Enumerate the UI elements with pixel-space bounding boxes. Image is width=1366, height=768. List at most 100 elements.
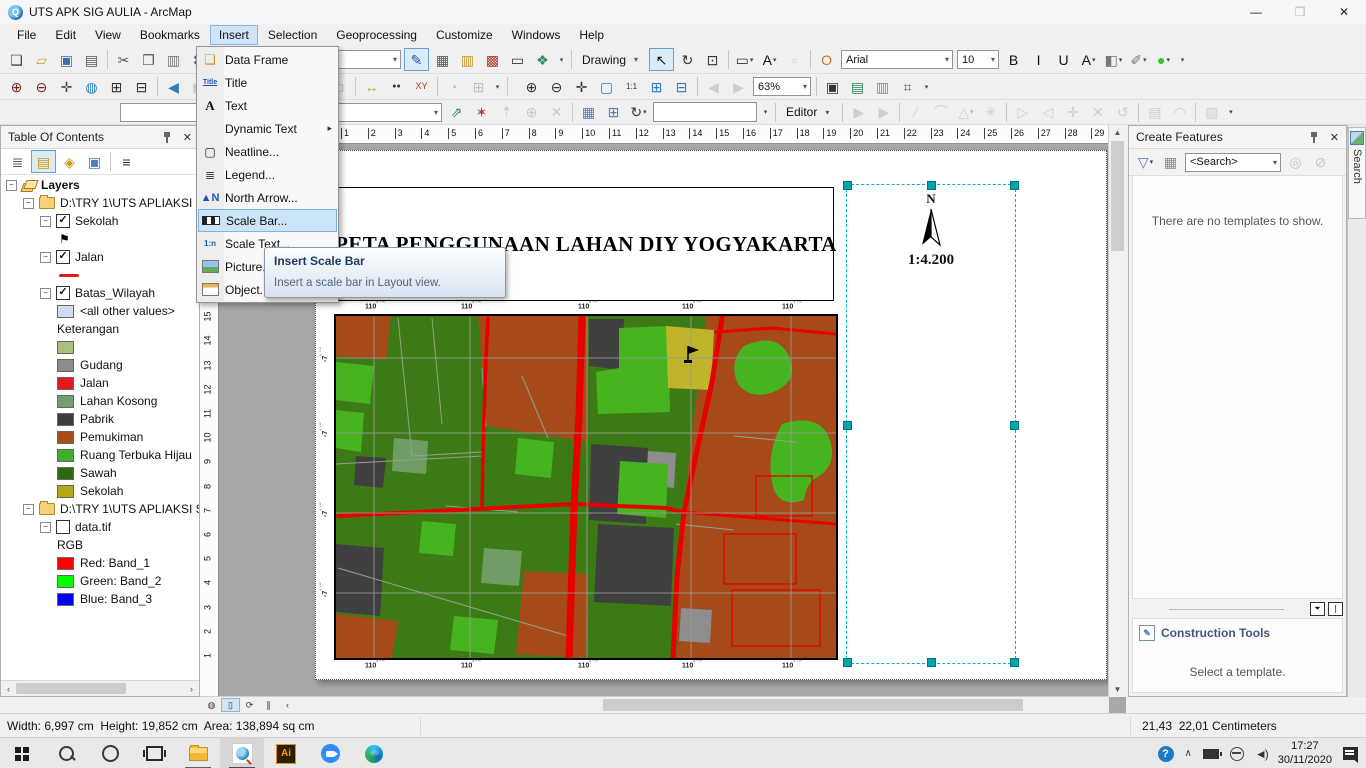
reshape-feature-icon[interactable]: ▷ <box>1011 102 1034 123</box>
scroll-thumb[interactable] <box>603 699 1023 711</box>
layout-zoom-out-icon[interactable]: ⊖ <box>545 76 568 97</box>
font-size-combo[interactable]: 10 ▾ <box>957 50 1000 69</box>
expander-icon[interactable]: − <box>23 503 34 515</box>
start-button[interactable] <box>0 738 44 768</box>
new-text-icon[interactable]: A ▾ <box>758 49 781 70</box>
minimize-button[interactable]: — <box>1234 0 1278 24</box>
italic-icon[interactable]: I <box>1027 49 1050 70</box>
toc-item-symbol[interactable]: ⚑ <box>1 230 199 248</box>
layout-pan-icon[interactable]: ✛ <box>570 76 593 97</box>
paste-icon[interactable]: ▥ <box>162 49 185 70</box>
split-tool-icon[interactable]: ✛ <box>1061 102 1084 123</box>
pan-icon[interactable]: ✛ <box>55 76 78 97</box>
menu-windows[interactable]: Windows <box>503 25 570 45</box>
text-symbol-icon[interactable]: O <box>815 49 838 70</box>
scroll-thumb[interactable] <box>16 683 126 694</box>
menu-selection[interactable]: Selection <box>259 25 326 45</box>
standard-overflow[interactable]: ▾ <box>555 56 568 64</box>
layout-fixed-zoom-out-icon[interactable]: ⊟ <box>670 76 693 97</box>
battery-icon[interactable] <box>1202 748 1222 759</box>
toc-item-lahan-kosong[interactable]: Lahan Kosong <box>1 392 199 410</box>
cut-polygons-icon[interactable]: ◁ <box>1036 102 1059 123</box>
edit-overflow[interactable]: ▾ <box>759 108 772 116</box>
scroll-down-icon[interactable]: ▼ <box>1109 685 1126 694</box>
zoom-100-percent-icon[interactable]: 1:1 <box>620 76 643 97</box>
maximize-button[interactable]: ❐ <box>1278 0 1322 24</box>
measure-icon[interactable]: ↔ <box>360 76 383 97</box>
tray-expand-icon[interactable]: ∧ <box>1185 748 1192 759</box>
toc-item-ruang-terbuka-hijau[interactable]: Ruang Terbuka Hijau <box>1 446 199 464</box>
focus-data-frame-icon[interactable]: ▣ <box>821 76 844 97</box>
selection-handle[interactable] <box>927 658 936 667</box>
toc-item-jalan[interactable]: Jalan <box>1 374 199 392</box>
fixed-zoom-out-icon[interactable]: ⊟ <box>130 76 153 97</box>
menu-view[interactable]: View <box>86 25 130 45</box>
layout-horizontal-scrollbar[interactable] <box>303 698 1109 712</box>
collapse-icon[interactable]: ⏷ <box>1310 602 1325 616</box>
drawing-overflow[interactable]: ▾ <box>1176 56 1189 64</box>
selection-handle[interactable] <box>843 181 852 190</box>
bold-icon[interactable]: B <box>1002 49 1025 70</box>
straight-segment-icon[interactable]: ∕ <box>904 102 927 123</box>
expander-icon[interactable]: − <box>23 197 34 209</box>
toc-options-icon[interactable]: ≡ <box>115 151 138 172</box>
toc-item-rgb[interactable]: RGB <box>1 536 199 554</box>
editor-overflow[interactable]: ▾ <box>1224 108 1237 116</box>
edit-value-input[interactable] <box>653 102 757 122</box>
create-features-window-icon[interactable]: ▧ <box>1200 102 1223 123</box>
drawing-menu[interactable]: Drawing ▾ <box>575 50 648 70</box>
selection-handle[interactable] <box>1010 421 1019 430</box>
network-icon[interactable] <box>1229 746 1244 761</box>
help-tray-icon[interactable]: ? <box>1157 745 1174 762</box>
rotate-element-icon[interactable]: ↻ <box>676 49 699 70</box>
insert-menu-item-scale-bar[interactable]: Scale Bar... <box>198 209 337 232</box>
scroll-thumb[interactable] <box>1111 141 1124 251</box>
illustrator-button[interactable]: Ai <box>264 738 308 768</box>
toc-list-by-source-icon[interactable]: ▤ <box>31 150 56 173</box>
taskbar-clock[interactable]: 17:27 30/11/2020 <box>1278 740 1332 768</box>
close-button[interactable]: ✕ <box>1322 0 1366 24</box>
arccatalog-icon[interactable]: ▥ <box>456 49 479 70</box>
open-folder-icon[interactable]: ▱ <box>30 49 53 70</box>
layout-forward-extent-icon[interactable]: ▶ <box>727 76 750 97</box>
fixed-zoom-in-icon[interactable]: ⊞ <box>105 76 128 97</box>
python-window-icon[interactable]: ▭ <box>506 49 529 70</box>
panel-splitter[interactable]: ⏷ ❘ <box>1129 602 1346 616</box>
layout-view-button[interactable]: ▯ <box>221 698 240 712</box>
font-color-icon[interactable]: A ▾ <box>1077 49 1100 70</box>
trace-segment-icon[interactable]: △ ▾ <box>954 102 977 123</box>
rotate-feature-icon[interactable]: ↺ <box>1111 102 1134 123</box>
zoom-in-icon[interactable]: ⊕ <box>5 76 28 97</box>
edit-arrow-icon[interactable]: ▶ <box>847 102 870 123</box>
toc-item-jalan[interactable]: − ✓ Jalan <box>1 248 199 266</box>
edit-vertices-icon[interactable]: ▫ <box>783 49 806 70</box>
save-icon[interactable]: ▣ <box>55 49 78 70</box>
selection-handle[interactable] <box>927 181 936 190</box>
attribute-table-icon[interactable]: ▦ <box>431 49 454 70</box>
zoom-out-icon[interactable]: ⊖ <box>30 76 53 97</box>
toc-item-all-other-values[interactable]: <all other values> <box>1 302 199 320</box>
edit-tool-2-icon[interactable]: ⊕ <box>520 102 543 123</box>
edit-tool-3-icon[interactable]: ✕ <box>545 102 568 123</box>
toc-item-gudang[interactable]: Gudang <box>1 356 199 374</box>
zoom-whole-page-icon[interactable]: ▢ <box>595 76 618 97</box>
data-driven-pages-icon[interactable]: ▥ <box>871 76 894 97</box>
edge-button[interactable] <box>352 738 396 768</box>
expander-icon[interactable]: − <box>6 179 17 191</box>
sketch-properties-icon[interactable]: ◠ <box>1168 102 1191 123</box>
font-combo[interactable]: Arial ▾ <box>841 50 954 69</box>
search-dock-tab[interactable]: Search <box>1348 127 1366 219</box>
edit-annotation-arrow-icon[interactable]: ▶ <box>872 102 895 123</box>
model-builder-icon[interactable]: ❖ <box>531 49 554 70</box>
new-rectangle-icon[interactable]: ▭ ▾ <box>733 49 756 70</box>
toc-close-icon[interactable]: ✕ <box>180 131 195 144</box>
line-color-icon[interactable]: ✐ ▾ <box>1127 49 1150 70</box>
insert-menu-item-legend[interactable]: ≣ Legend... <box>198 163 337 186</box>
new-document-icon[interactable]: ❏ <box>5 49 28 70</box>
menu-file[interactable]: File <box>8 25 45 45</box>
edit-tool-1-icon[interactable]: ⇡ <box>495 102 518 123</box>
toc-list-by-visibility-icon[interactable]: ◈ <box>58 151 81 172</box>
create-features-close-icon[interactable]: ✕ <box>1327 131 1342 144</box>
toc-item-symbol[interactable] <box>1 338 199 356</box>
menu-edit[interactable]: Edit <box>46 25 85 45</box>
